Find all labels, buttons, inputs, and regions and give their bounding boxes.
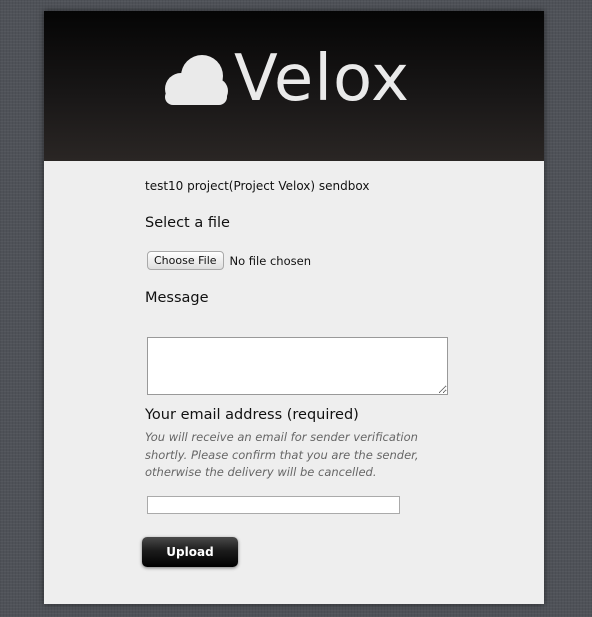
file-label: Select a file bbox=[145, 215, 230, 231]
email-hint: You will receive an email for sender ver… bbox=[145, 430, 419, 479]
project-title: test10 project(Project Velox) sendbox bbox=[145, 179, 370, 193]
message-textarea[interactable] bbox=[147, 337, 448, 395]
logo-text: Velox bbox=[234, 42, 411, 116]
file-picker[interactable]: Choose File No file chosen bbox=[147, 251, 311, 270]
cloud-icon bbox=[165, 55, 228, 105]
velox-logo: Velox bbox=[162, 39, 410, 119]
choose-file-button[interactable]: Choose File bbox=[147, 251, 224, 270]
sendbox-card: Velox test10 project(Project Velox) send… bbox=[44, 11, 544, 604]
message-label: Message bbox=[145, 290, 209, 306]
email-label: Your email address (required) bbox=[145, 407, 359, 423]
email-input[interactable] bbox=[147, 496, 400, 514]
upload-button[interactable]: Upload bbox=[142, 537, 238, 567]
header-banner: Velox bbox=[44, 11, 544, 161]
file-status: No file chosen bbox=[229, 253, 311, 268]
